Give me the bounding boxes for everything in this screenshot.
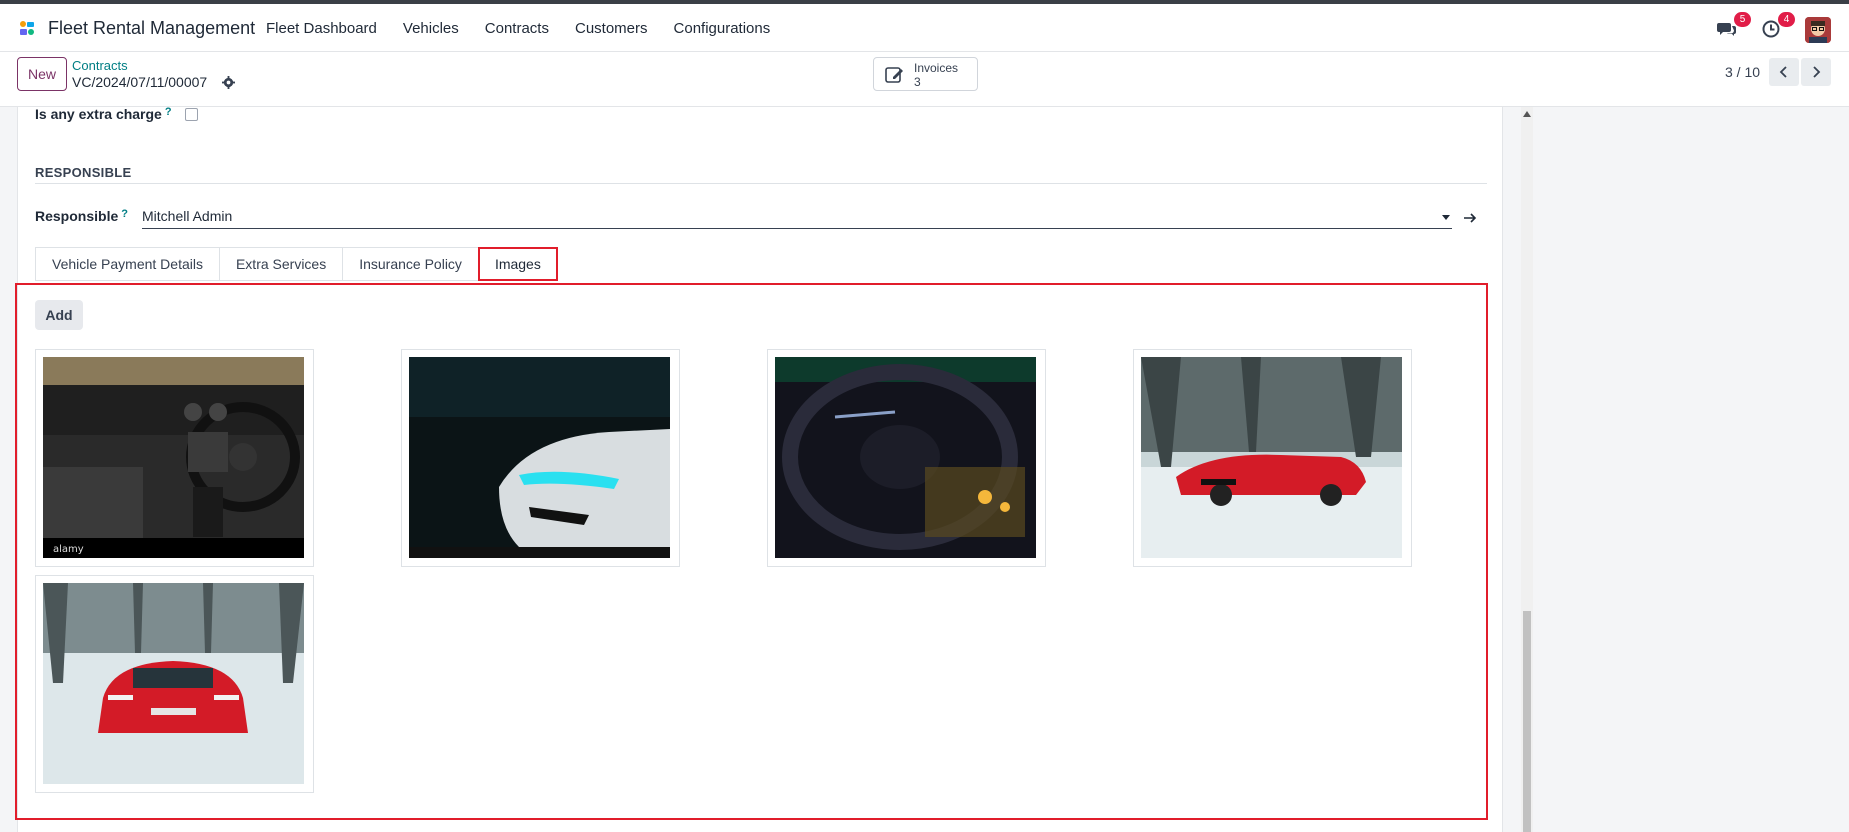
invoices-label: Invoices xyxy=(914,61,959,75)
car-interior-image: alamy xyxy=(43,357,304,558)
top-navbar: Fleet Rental Management Fleet Dashboard … xyxy=(0,0,1849,52)
steering-wheel-image xyxy=(775,357,1036,558)
pager-next-button[interactable] xyxy=(1801,58,1831,86)
pager-value[interactable]: 3 / 10 xyxy=(1725,64,1760,80)
menu-item-fleet-dashboard[interactable]: Fleet Dashboard xyxy=(266,20,377,37)
tab-insurance-policy[interactable]: Insurance Policy xyxy=(342,247,478,281)
red-car-side-image xyxy=(1141,357,1402,558)
systray: 5 4 xyxy=(1717,12,1849,46)
scrollbar-thumb[interactable] xyxy=(1523,611,1531,832)
menu-item-contracts[interactable]: Contracts xyxy=(485,20,549,37)
extra-charge-checkbox[interactable] xyxy=(185,108,198,121)
app-brand-title[interactable]: Fleet Rental Management xyxy=(48,18,255,39)
alamy-watermark: alamy xyxy=(53,544,84,555)
gear-icon[interactable] xyxy=(222,76,235,89)
menu-item-vehicles[interactable]: Vehicles xyxy=(403,20,459,37)
vertical-scrollbar[interactable] xyxy=(1521,107,1533,832)
app-logo-icon[interactable] xyxy=(18,19,36,37)
white-car-image xyxy=(409,357,670,558)
responsible-label: Responsible? xyxy=(35,208,128,224)
menu-item-customers[interactable]: Customers xyxy=(575,20,648,37)
tab-extra-services[interactable]: Extra Services xyxy=(218,247,343,281)
chevron-right-icon xyxy=(1813,66,1821,78)
responsible-field[interactable]: Mitchell Admin xyxy=(142,208,1452,229)
pager-previous-button[interactable] xyxy=(1769,58,1799,86)
avatar-face-icon xyxy=(1805,17,1831,43)
image-card-red-car-front[interactable] xyxy=(35,575,314,793)
control-panel: New Contracts VC/2024/07/11/00007 Invoic… xyxy=(0,52,1849,107)
extra-charge-label: Is any extra charge? xyxy=(35,106,172,122)
extra-charge-label-text: Is any extra charge xyxy=(35,106,162,122)
image-card-steering[interactable] xyxy=(767,349,1046,567)
breadcrumb-contracts[interactable]: Contracts xyxy=(72,58,128,73)
responsible-label-text: Responsible xyxy=(35,208,119,224)
menu-item-configurations[interactable]: Configurations xyxy=(674,20,771,37)
form-content-area: Is any extra charge? RESPONSIBLE Respons… xyxy=(0,106,1849,832)
responsible-section-title: RESPONSIBLE xyxy=(35,165,132,180)
edit-document-icon xyxy=(885,67,903,83)
dropdown-caret-icon[interactable] xyxy=(1442,215,1450,220)
new-button[interactable]: New xyxy=(17,57,67,91)
invoices-count: 3 xyxy=(914,75,921,89)
chevron-left-icon xyxy=(1779,66,1787,78)
red-car-front-image xyxy=(43,583,304,784)
image-card-interior[interactable]: alamy xyxy=(35,349,314,567)
activities-button[interactable]: 4 xyxy=(1761,12,1795,41)
messages-button[interactable]: 5 xyxy=(1717,12,1751,41)
add-image-button[interactable]: Add xyxy=(35,300,83,330)
main-menu: Fleet Dashboard Vehicles Contracts Custo… xyxy=(266,20,796,37)
image-card-headlight[interactable] xyxy=(401,349,680,567)
internal-link-arrow-icon[interactable] xyxy=(1463,211,1477,227)
invoices-smart-button[interactable]: Invoices 3 xyxy=(873,57,978,91)
tab-images[interactable]: Images xyxy=(477,247,558,281)
notebook-tabs: Vehicle Payment Details Extra Services I… xyxy=(35,247,558,281)
image-card-red-car-side[interactable] xyxy=(1133,349,1412,567)
form-sheet: Is any extra charge? RESPONSIBLE Respons… xyxy=(15,106,1503,832)
arrow-right-icon xyxy=(1464,213,1477,223)
section-divider xyxy=(35,183,1487,184)
messages-badge: 5 xyxy=(1734,12,1751,27)
user-avatar[interactable] xyxy=(1805,17,1831,43)
responsible-value: Mitchell Admin xyxy=(142,208,233,224)
scroll-up-icon[interactable] xyxy=(1523,111,1531,117)
images-panel: Add alamy xyxy=(15,283,1488,820)
breadcrumb-current-record: VC/2024/07/11/00007 xyxy=(72,74,208,90)
activities-badge: 4 xyxy=(1778,12,1795,27)
extra-charge-help-icon[interactable]: ? xyxy=(165,106,172,118)
responsible-help-icon[interactable]: ? xyxy=(121,208,128,220)
tab-vehicle-payment-details[interactable]: Vehicle Payment Details xyxy=(35,247,219,281)
